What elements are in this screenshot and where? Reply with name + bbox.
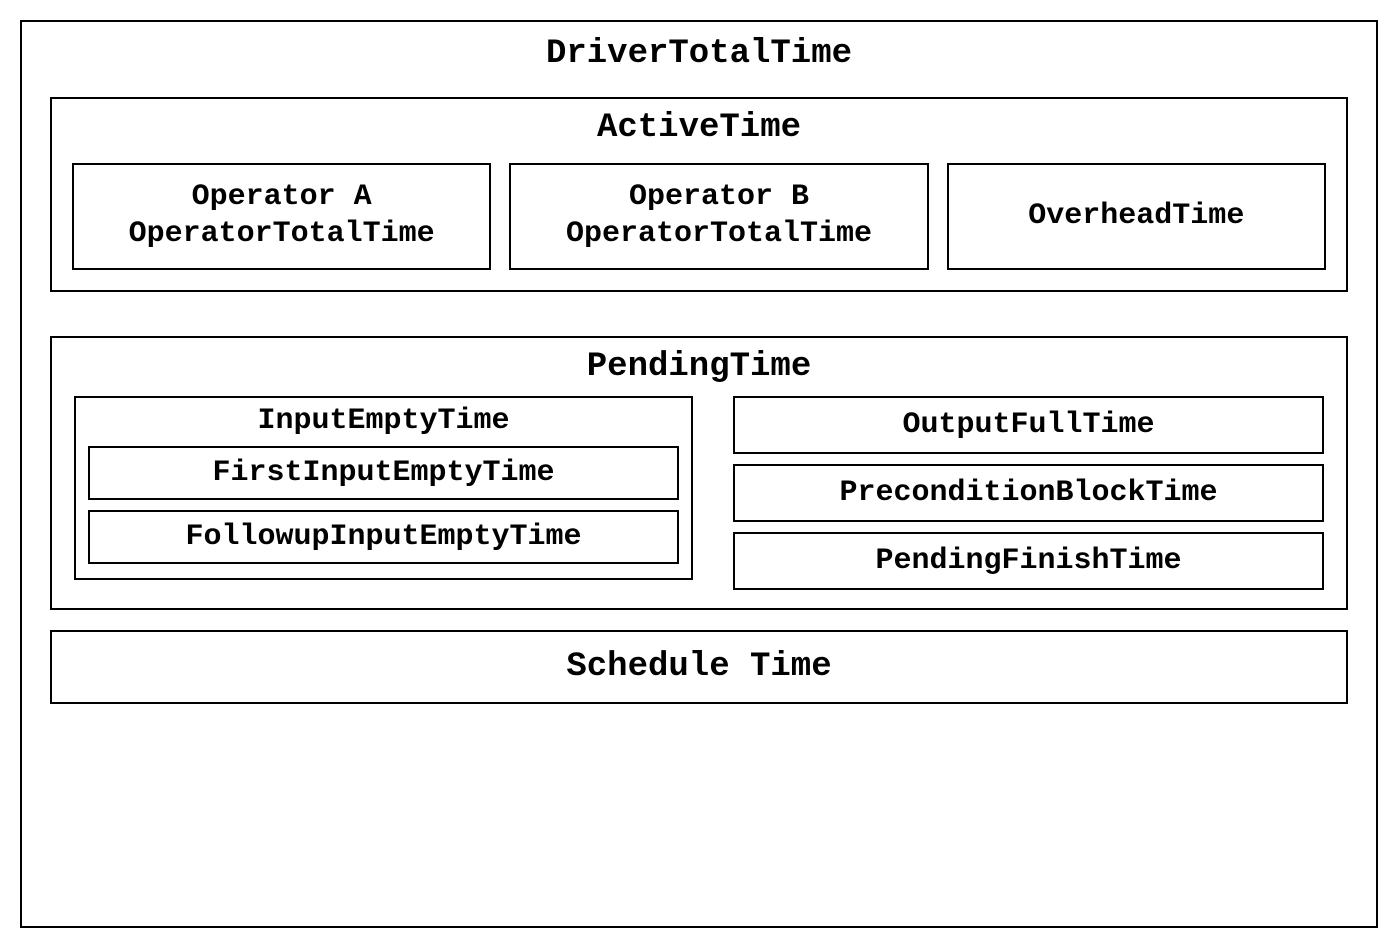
pending-time-title: PendingTime xyxy=(74,348,1324,386)
active-time-box: ActiveTime Operator A OperatorTotalTime … xyxy=(50,97,1348,292)
output-full-time-box: OutputFullTime xyxy=(733,396,1324,454)
operator-b-box: Operator B OperatorTotalTime xyxy=(509,163,928,270)
schedule-time-box: Schedule Time xyxy=(50,630,1348,704)
first-input-empty-time-box: FirstInputEmptyTime xyxy=(88,446,679,500)
overhead-time-box: OverheadTime xyxy=(947,163,1326,270)
pending-finish-time-box: PendingFinishTime xyxy=(733,532,1324,590)
operator-a-line2: OperatorTotalTime xyxy=(82,216,481,254)
input-empty-time-box: InputEmptyTime FirstInputEmptyTime Follo… xyxy=(74,396,693,580)
driver-total-time-box: DriverTotalTime ActiveTime Operator A Op… xyxy=(20,20,1378,928)
operator-b-line2: OperatorTotalTime xyxy=(519,216,918,254)
precondition-block-time-box: PreconditionBlockTime xyxy=(733,464,1324,522)
followup-input-empty-time-box: FollowupInputEmptyTime xyxy=(88,510,679,564)
active-time-title: ActiveTime xyxy=(72,109,1326,147)
overhead-time-label: OverheadTime xyxy=(1028,199,1244,233)
pending-time-box: PendingTime InputEmptyTime FirstInputEmp… xyxy=(50,336,1348,610)
input-empty-time-title: InputEmptyTime xyxy=(88,404,679,438)
operator-b-line1: Operator B xyxy=(519,179,918,217)
operator-a-line1: Operator A xyxy=(82,179,481,217)
driver-total-time-title: DriverTotalTime xyxy=(50,34,1348,75)
pending-right-column: OutputFullTime PreconditionBlockTime Pen… xyxy=(733,396,1324,590)
operator-a-box: Operator A OperatorTotalTime xyxy=(72,163,491,270)
